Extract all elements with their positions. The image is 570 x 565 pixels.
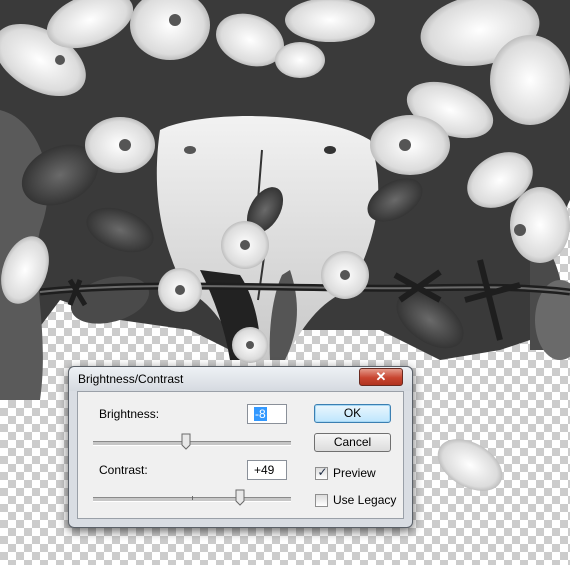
preview-label: Preview — [333, 466, 376, 480]
use-legacy-label: Use Legacy — [333, 493, 397, 507]
use-legacy-checkbox[interactable] — [315, 494, 328, 507]
checkmark-icon: ✓ — [317, 465, 328, 479]
dialog-title: Brightness/Contrast — [78, 372, 184, 386]
cancel-button[interactable]: Cancel — [314, 433, 391, 452]
dialog-titlebar[interactable]: Brightness/Contrast ✕ — [69, 367, 412, 391]
contrast-label: Contrast: — [99, 463, 148, 477]
brightness-label: Brightness: — [99, 407, 160, 421]
close-button[interactable]: ✕ — [359, 368, 403, 386]
close-icon: ✕ — [375, 369, 387, 384]
brightness-value: -8 — [254, 407, 267, 421]
brightness-slider-track[interactable] — [93, 441, 291, 446]
brightness-contrast-dialog: Brightness/Contrast ✕ Brightness: -8 Con… — [68, 366, 413, 528]
brightness-input[interactable]: -8 — [247, 404, 287, 424]
ok-button[interactable]: OK — [314, 404, 391, 423]
dialog-body: Brightness: -8 Contrast: +49 OK Cancel ✓… — [77, 391, 404, 519]
contrast-input[interactable]: +49 — [247, 460, 287, 480]
contrast-slider-center-tick — [192, 496, 193, 500]
preview-checkbox[interactable]: ✓ — [315, 465, 328, 480]
contrast-slider-thumb[interactable] — [235, 489, 245, 506]
contrast-value: +49 — [254, 463, 275, 477]
brightness-slider-thumb[interactable] — [181, 433, 191, 450]
